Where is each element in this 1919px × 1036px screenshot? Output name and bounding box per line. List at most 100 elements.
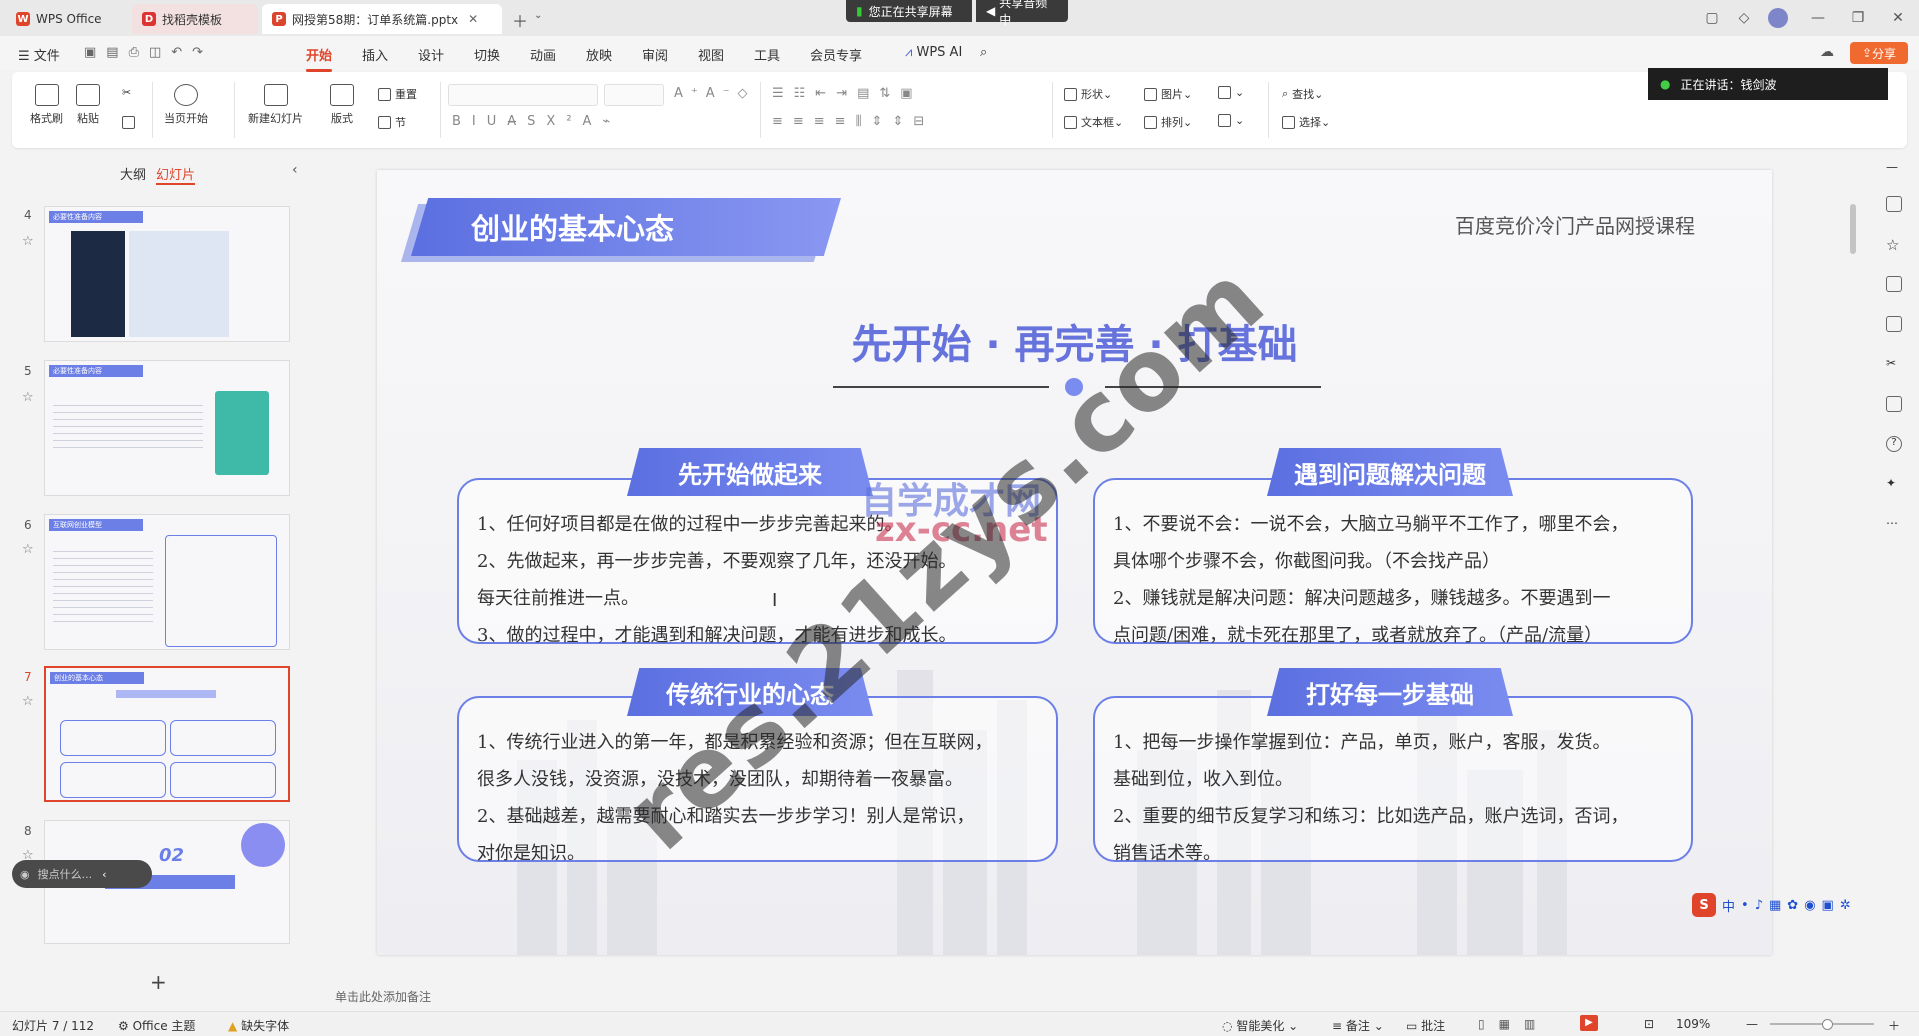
menu-view[interactable]: 视图 — [698, 45, 724, 64]
cloud-icon[interactable]: ☁ — [1820, 44, 1834, 60]
share-button[interactable]: ⇪ 分享 — [1850, 42, 1908, 64]
wps-ai-button[interactable]: ⩘ WPS AI — [905, 45, 962, 60]
help-icon[interactable]: ? — [1886, 436, 1902, 452]
vertical-scrollbar[interactable] — [1850, 154, 1858, 974]
menu-transition[interactable]: 切换 — [474, 45, 500, 64]
star-icon[interactable]: ☆ — [22, 234, 34, 249]
magic-icon[interactable]: ✦ — [1886, 476, 1902, 492]
slide-canvas[interactable]: 创业的基本心态 百度竞价冷门产品网授课程 先开始 · 再完善 · 打基础 先开始… — [377, 170, 1772, 955]
zoom-level[interactable]: 109% — [1676, 1017, 1710, 1031]
zoom-out-icon[interactable]: — — [1746, 1017, 1758, 1031]
reset-button[interactable]: 重置 — [378, 86, 417, 102]
select-button[interactable]: 选择 ⌄ — [1282, 114, 1330, 130]
zoom-slider[interactable] — [1770, 1019, 1874, 1030]
tools-icon[interactable]: ✂ — [1886, 356, 1902, 372]
fit-window-icon[interactable]: ⊡ — [1644, 1017, 1654, 1031]
microphone-icon[interactable]: ♪ — [1755, 898, 1763, 913]
text-format-buttons[interactable]: BIUA̶SX²A⌁ — [452, 114, 621, 129]
minus-icon[interactable]: — — [1886, 160, 1902, 176]
notes-button[interactable]: ≡ 备注 ⌄ — [1332, 1017, 1384, 1034]
star-icon[interactable]: ☆ — [22, 694, 34, 709]
close-icon[interactable]: ✕ — [468, 12, 478, 26]
section-button[interactable]: 节 — [378, 114, 406, 130]
skin-icon[interactable]: ✿ — [1787, 898, 1798, 913]
slide-thumbnail[interactable]: 必要性准备内容 — [44, 360, 290, 496]
new-tab-icon[interactable]: ＋ — [512, 8, 528, 32]
beautify-button[interactable]: ◌ 智能美化 ⌄ — [1222, 1017, 1298, 1034]
chevron-down-icon[interactable]: ⌄ — [534, 10, 542, 21]
star-icon[interactable]: ☆ — [1886, 236, 1902, 254]
cube-icon[interactable]: ◇ — [1734, 8, 1754, 28]
menu-review[interactable]: 审阅 — [642, 45, 668, 64]
avatar[interactable] — [1768, 8, 1788, 28]
layout-button[interactable]: 版式 — [330, 84, 354, 126]
restore-icon[interactable]: ❐ — [1848, 8, 1868, 28]
close-window-icon[interactable]: ✕ — [1888, 8, 1908, 28]
menu-membership[interactable]: 会员专享 — [810, 45, 862, 64]
image-edit-icon[interactable] — [1886, 316, 1902, 332]
collapse-panel-icon[interactable]: ‹ — [292, 162, 298, 178]
star-icon[interactable]: ☆ — [22, 542, 34, 557]
find-button[interactable]: ⌕ 查找 ⌄ — [1282, 86, 1323, 102]
menu-design[interactable]: 设计 — [418, 45, 444, 64]
layout-icon[interactable]: ▢ — [1702, 8, 1722, 28]
menu-slideshow[interactable]: 放映 — [586, 45, 612, 64]
cut-icon[interactable]: ✂ — [122, 86, 131, 99]
tab-wps-office[interactable]: W WPS Office — [6, 4, 124, 34]
tab-pptx[interactable]: P 网授第58期：订单系统篇.pptx ✕ — [262, 4, 502, 34]
align-buttons[interactable]: ≡≡≡≡⫼⇕⇕⊟ — [772, 114, 934, 129]
copy-icon[interactable] — [122, 116, 139, 129]
file-menu[interactable]: ☰ 文件 — [18, 45, 60, 64]
game-icon[interactable]: ◉ — [1804, 898, 1815, 913]
grid-icon[interactable]: ▣ — [1822, 898, 1834, 913]
quick-access-icons[interactable]: ▣▤⎙◫↶↷ — [84, 45, 213, 60]
audio-share-indicator[interactable]: ◀ 共享音频中 — [976, 0, 1068, 27]
keyboard-icon[interactable]: ▦ — [1769, 898, 1781, 913]
shape-button[interactable]: 形状 ⌄ — [1064, 86, 1112, 102]
comments-button[interactable]: ▭ 批注 — [1406, 1017, 1445, 1034]
format-painter-button[interactable]: 格式刷 — [30, 84, 63, 126]
font-size-select[interactable] — [604, 84, 664, 106]
copy-icon[interactable] — [1886, 276, 1902, 292]
textbox-button[interactable]: 文本框 ⌄ — [1064, 114, 1123, 130]
scrollbar-thumb[interactable] — [1850, 204, 1856, 254]
new-slide-button[interactable]: 新建幻灯片 — [248, 84, 303, 126]
chevron-left-icon[interactable]: ‹ — [102, 868, 106, 881]
book-icon[interactable] — [1886, 396, 1902, 412]
search-floating[interactable]: ◉ 搜点什么... ‹ — [12, 860, 152, 888]
settings-icon[interactable]: ✲ — [1840, 898, 1851, 913]
tab-slides[interactable]: 幻灯片 — [156, 164, 196, 185]
zoom-in-icon[interactable]: ＋ — [1888, 1017, 1900, 1034]
ime-mode-icon[interactable]: 中 — [1722, 896, 1735, 915]
menu-animation[interactable]: 动画 — [530, 45, 556, 64]
properties-icon[interactable] — [1886, 196, 1902, 212]
menu-start[interactable]: 开始 — [306, 45, 333, 72]
star-icon[interactable]: ☆ — [22, 390, 34, 405]
slide-thumbnail[interactable]: 互联网创业模型 — [44, 514, 290, 650]
list-buttons[interactable]: ☰☷⇤⇥▤⇅▣ — [772, 86, 923, 101]
arrange-button[interactable]: 排列 ⌄ — [1144, 114, 1192, 130]
fill-button[interactable]: ⌄ — [1218, 86, 1244, 99]
minimize-icon[interactable]: — — [1808, 8, 1828, 28]
paste-button[interactable]: 粘贴 — [76, 84, 100, 126]
notes-placeholder[interactable]: 单击此处添加备注 — [335, 988, 431, 1005]
slide-thumbnail-selected[interactable]: 创业的基本心态 — [44, 666, 290, 802]
theme-button[interactable]: ⚙ Office 主题 — [118, 1017, 195, 1034]
menu-tools[interactable]: 工具 — [754, 45, 780, 64]
picture-button[interactable]: 图片 ⌄ — [1144, 86, 1192, 102]
view-mode-buttons[interactable]: ▯▦▥ — [1478, 1017, 1549, 1031]
tab-outline[interactable]: 大纲 — [120, 164, 146, 183]
ime-toolbar[interactable]: S 中 • ♪ ▦ ✿ ◉ ▣ ✲ — [1692, 892, 1914, 918]
play-from-current-button[interactable]: 当页开始 — [164, 84, 208, 126]
screen-share-indicator[interactable]: ▮ 您正在共享屏幕 — [846, 0, 972, 22]
font-size-buttons[interactable]: A⁺A⁻◇ — [674, 86, 756, 101]
search-icon[interactable]: ⌕ — [980, 45, 987, 60]
font-family-select[interactable] — [448, 84, 598, 106]
slide-thumbnail[interactable]: 必要性准备内容 — [44, 206, 290, 342]
missing-font-button[interactable]: ▲ 缺失字体 — [228, 1017, 289, 1034]
menu-insert[interactable]: 插入 — [362, 45, 388, 64]
more-icon[interactable]: ⋯ — [1886, 516, 1902, 532]
punctuation-icon[interactable]: • — [1741, 898, 1749, 913]
outline-button[interactable]: ⌄ — [1218, 114, 1244, 127]
add-slide-button[interactable]: + — [150, 970, 167, 994]
